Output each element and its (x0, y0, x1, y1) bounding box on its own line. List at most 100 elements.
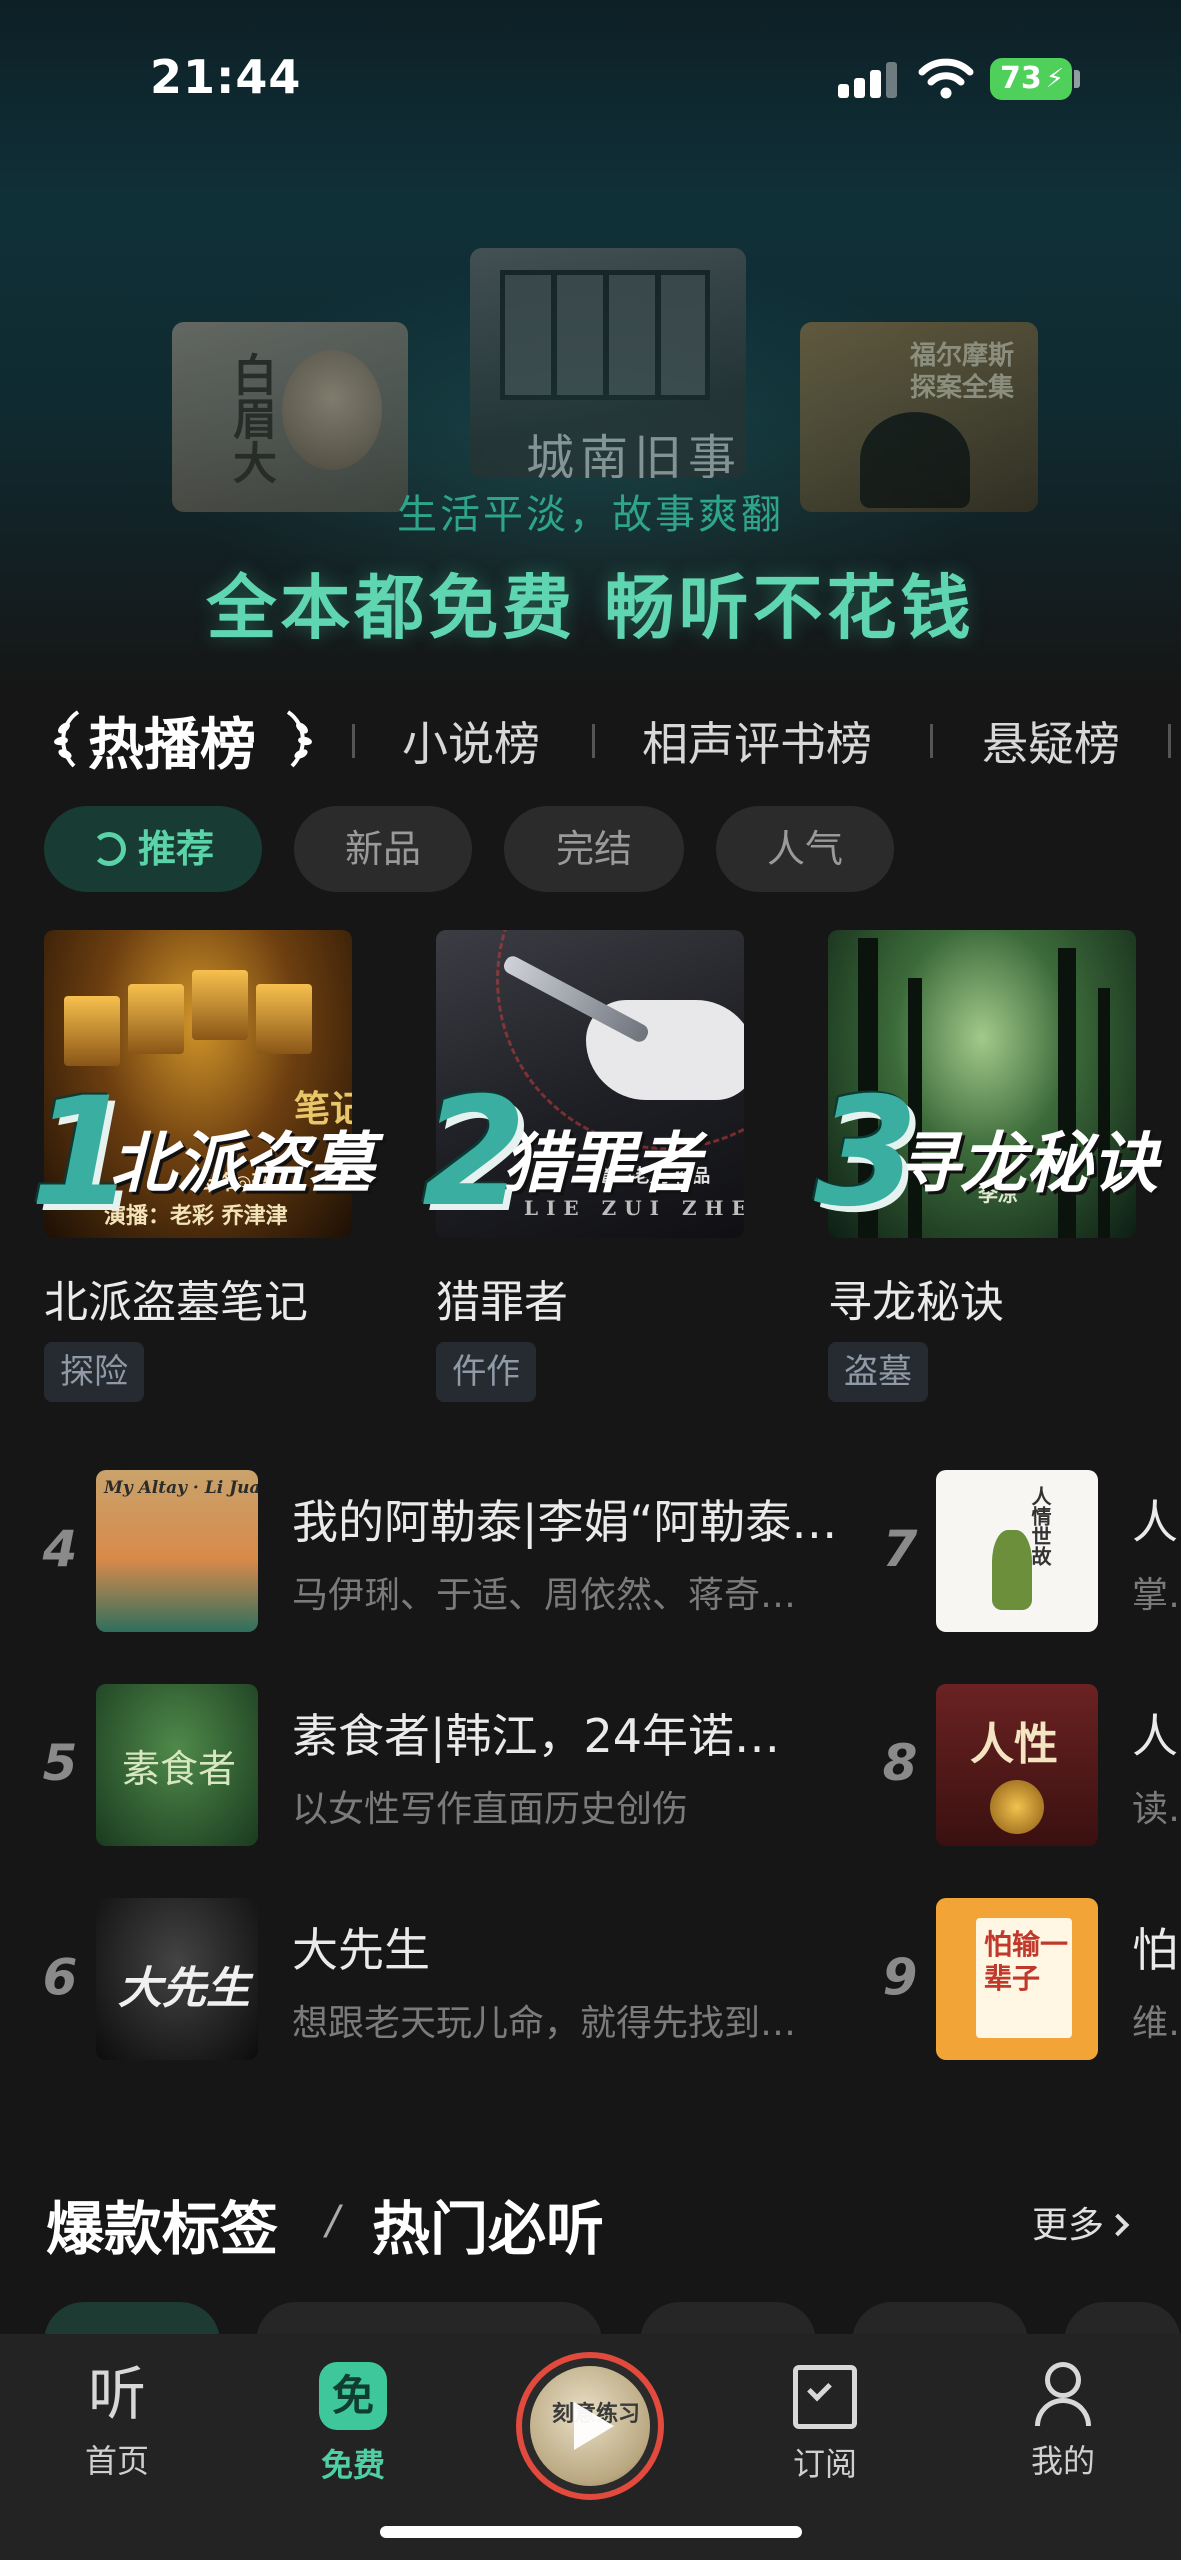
genre-tag[interactable]: 仵作 (436, 1342, 536, 1402)
book-description: 想跟老天玩儿命，就得先找到命门 (292, 2003, 812, 2044)
status-time: 21:44 (150, 50, 302, 104)
cover-decoration (128, 984, 184, 1054)
cover-title-overlay: 北派盗墓 (110, 1124, 374, 1202)
more-link[interactable]: 更多 (1032, 2196, 1130, 2248)
section-title-secondary[interactable]: 热门必听 (372, 2182, 604, 2266)
genre-tag[interactable]: 盗墓 (828, 1342, 928, 1402)
nav-subscribe[interactable]: 订阅 (750, 2362, 900, 2485)
filter-recommend[interactable]: 推荐 (44, 806, 262, 892)
book-cover: 怕输一辈子 (936, 1898, 1098, 2060)
cover-text: 怕输一辈子 (984, 1928, 1069, 1995)
rank-number: 2 (422, 1066, 527, 1240)
nav-home[interactable]: 听 首页 (42, 2362, 192, 2482)
nav-profile[interactable]: 我的 (988, 2362, 1138, 2482)
nav-subscribe-label: 订阅 (792, 2445, 857, 2483)
chevron-right-icon (1106, 2213, 1130, 2237)
hero-cover-left-portrait (282, 350, 382, 470)
ranking-category-tabs: 热播榜 小说榜 相声评书榜 悬疑榜 (0, 700, 1181, 780)
now-playing-button[interactable]: 刻意练习 (516, 2352, 664, 2500)
nav-free-label: 免费 (320, 2446, 385, 2484)
tab-mystery-chart[interactable]: 悬疑榜 (982, 708, 1120, 774)
tab-divider (352, 724, 355, 758)
section-divider: / (326, 2198, 340, 2244)
nav-home-label: 首页 (84, 2442, 149, 2480)
rank-number: 5 (42, 1734, 78, 1792)
cover-decoration (992, 1530, 1032, 1610)
rank-number: 3 (814, 1066, 919, 1240)
cover-text: 人性 (970, 1719, 1058, 1770)
book-title: 素食者|韩江，24年诺贝尔文学奖得主 (292, 1709, 812, 1763)
genre-tag[interactable]: 探险 (44, 1342, 144, 1402)
cover-decoration (64, 996, 120, 1066)
hero-title: 全本都免费 畅听不花钱 (206, 567, 975, 649)
book-title: 北派盗墓笔记 (44, 1277, 308, 1328)
book-title: 人 (1132, 1495, 1178, 1549)
cellular-signal-icon (838, 62, 898, 98)
cover-title-overlay: 猎罪者 (502, 1124, 700, 1202)
rank-number: 8 (882, 1734, 918, 1792)
book-title: 寻龙秘诀 (828, 1277, 1004, 1328)
tab-divider (1168, 724, 1171, 758)
laurel-right-icon (286, 710, 312, 768)
list-item[interactable]: 9 怕输一辈子 怕 维系 (878, 1898, 1181, 2068)
rank-number: 9 (882, 1948, 918, 2006)
book-description: 读懂 (1132, 1789, 1181, 1830)
profile-icon-body (1035, 2398, 1091, 2426)
book-cover: 人情世故 (936, 1470, 1098, 1632)
free-icon: 免 (319, 2362, 387, 2430)
rank-number: 6 (42, 1948, 78, 2006)
cover-decoration (990, 1780, 1044, 1834)
filter-completed[interactable]: 完结 (504, 806, 684, 892)
cover-text: 大先生 (118, 1963, 250, 2014)
nav-free[interactable]: 免 免费 (278, 2362, 428, 2486)
book-description: 马伊琍、于适、周依然、蒋奇明主演 (292, 1575, 812, 1616)
rank-number: 7 (882, 1520, 918, 1578)
list-item[interactable]: 5 素食者 素食者|韩江，24年诺贝尔文学奖得主 以女性写作直面历史创伤 (38, 1684, 818, 1854)
hero-cover-middle: 城南旧事 (470, 248, 746, 478)
wifi-icon (918, 58, 974, 99)
profile-icon (1031, 2362, 1095, 2426)
section-title[interactable]: 爆款标签 (46, 2182, 278, 2266)
cover-decoration (256, 984, 312, 1054)
list-item[interactable]: 8 人性 人 读懂 (878, 1684, 1181, 1854)
more-label: 更多 (1032, 2205, 1105, 2246)
filter-popular[interactable]: 人气 (716, 806, 894, 892)
list-item[interactable]: 6 大先生 大先生 想跟老天玩儿命，就得先找到命门 (38, 1898, 818, 2068)
book-description: 以女性写作直面历史创伤 (292, 1789, 689, 1830)
battery-level: 73 (1000, 61, 1042, 96)
status-bar: 21:44 73 ⚡ (0, 0, 1181, 160)
refresh-icon (91, 832, 126, 866)
book-cover: My Altay · Li Juan (96, 1470, 258, 1632)
home-indicator (380, 2526, 802, 2538)
rank-number: 1 (30, 1066, 135, 1240)
nav-profile-label: 我的 (1030, 2442, 1095, 2480)
book-description: 掌控 (1132, 1575, 1181, 1616)
cover-decoration (192, 970, 248, 1040)
battery-indicator: 73 ⚡ (990, 58, 1072, 100)
play-icon (574, 2402, 614, 2450)
book-cover: 人性 (936, 1684, 1098, 1846)
hero-cover-middle-text: 城南旧事 (526, 430, 743, 478)
book-title: 我的阿勒泰|李娟“阿勒泰”系列 (292, 1495, 852, 1549)
book-cover: 素食者 (96, 1684, 258, 1846)
book-title: 怕 (1132, 1923, 1178, 1977)
filter-new[interactable]: 新品 (294, 806, 472, 892)
book-description: 维系 (1132, 2003, 1181, 2044)
filter-recommend-label: 推荐 (137, 827, 214, 871)
book-title: 人 (1132, 1709, 1178, 1763)
hero-cover-left-text: 白眉大 (225, 352, 276, 484)
profile-icon-head (1045, 2362, 1081, 2398)
rank-number: 4 (42, 1520, 78, 1578)
hero-banner[interactable]: 21:44 73 ⚡ 白眉大 城南旧事 福尔摩斯探案全集 生活平淡，故事爽翻 全… (0, 0, 1181, 690)
tab-crosstalk-chart[interactable]: 相声评书榜 (642, 708, 872, 774)
cover-text: 素食者 (122, 1747, 237, 1791)
charging-bolt-icon: ⚡ (1045, 64, 1064, 94)
hero-subtitle: 生活平淡，故事爽翻 (397, 492, 784, 538)
tab-novel-chart[interactable]: 小说榜 (402, 708, 540, 774)
hero-cover-middle-window (500, 270, 710, 400)
list-item[interactable]: 4 My Altay · Li Juan 我的阿勒泰|李娟“阿勒泰”系列 马伊琍… (38, 1470, 852, 1640)
book-title: 猎罪者 (436, 1277, 568, 1328)
cover-text: My Altay · Li Juan (104, 1478, 258, 1498)
tab-hot-chart[interactable]: 热播榜 (88, 700, 256, 781)
list-item[interactable]: 7 人情世故 人 掌控 (878, 1470, 1181, 1640)
